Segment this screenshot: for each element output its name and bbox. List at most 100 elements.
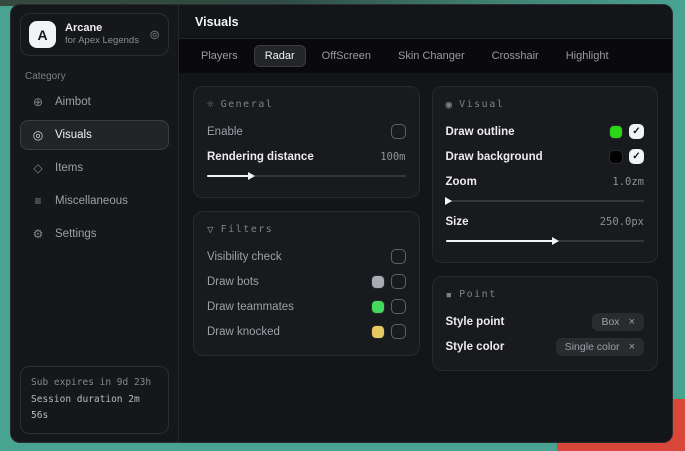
close-icon[interactable]: × xyxy=(629,341,635,353)
row-style-point: Style point Box × xyxy=(446,310,645,333)
size-slider[interactable] xyxy=(446,236,645,245)
orbit-eye-icon: ◎ xyxy=(31,128,45,142)
draw-background-checkbox[interactable]: ✓ xyxy=(629,149,644,164)
row-draw-knocked: Draw knocked xyxy=(207,320,406,343)
draw-knocked-label: Draw knocked xyxy=(207,326,280,338)
sidebar-item-label: Visuals xyxy=(55,129,92,141)
draw-background-label: Draw background xyxy=(446,151,543,163)
main-header: Visuals xyxy=(179,5,672,39)
panel-filters-title: ▽ Filters xyxy=(207,223,406,236)
panel-point-title: ▪ Point xyxy=(446,288,645,301)
panel-visual: ◉ Visual Draw outline ✓ Draw background xyxy=(432,86,659,263)
row-draw-background: Draw background ✓ xyxy=(446,145,645,168)
row-zoom: Zoom 1.0zm xyxy=(446,170,645,193)
panel-general: ☼ General Enable Rendering distance 100m xyxy=(193,86,420,198)
style-color-select[interactable]: Single color × xyxy=(556,338,644,356)
sidebar: A Arcane for Apex Legends ⊚ Category ⊕ A… xyxy=(11,5,179,442)
sidebar-item-settings[interactable]: ⚙ Settings xyxy=(20,219,169,249)
item-box-icon: ◇ xyxy=(31,161,45,175)
content-grid: ☼ General Enable Rendering distance 100m xyxy=(179,73,672,442)
row-draw-bots: Draw bots xyxy=(207,270,406,293)
draw-background-color-swatch[interactable] xyxy=(610,151,622,163)
gear-icon: ⚙ xyxy=(31,227,45,241)
rendering-distance-slider[interactable] xyxy=(207,171,406,180)
draw-teammates-color-swatch[interactable] xyxy=(372,301,384,313)
enable-checkbox[interactable] xyxy=(391,124,406,139)
slider-thumb-icon[interactable] xyxy=(248,172,255,180)
tab-bar: Players Radar OffScreen Skin Changer Cro… xyxy=(179,39,672,73)
zoom-slider[interactable] xyxy=(446,196,645,205)
category-label: Category xyxy=(25,71,164,82)
sidebar-item-items[interactable]: ◇ Items xyxy=(20,153,169,183)
row-draw-outline: Draw outline ✓ xyxy=(446,120,645,143)
row-size: Size 250.0px xyxy=(446,210,645,233)
draw-knocked-color-swatch[interactable] xyxy=(372,326,384,338)
sub-expiry-text: Sub expires in 9d 23h xyxy=(31,375,158,392)
size-value: 250.0px xyxy=(600,216,644,228)
crosshair-icon: ⊕ xyxy=(31,95,45,109)
slider-thumb-icon[interactable] xyxy=(552,237,559,245)
size-label: Size xyxy=(446,216,469,228)
draw-bots-label: Draw bots xyxy=(207,276,259,288)
enable-label: Enable xyxy=(207,126,243,138)
visibility-check-checkbox[interactable] xyxy=(391,249,406,264)
tab-offscreen[interactable]: OffScreen xyxy=(311,45,382,67)
close-icon[interactable]: × xyxy=(629,316,635,328)
rendering-distance-label: Rendering distance xyxy=(207,151,314,163)
panel-point: ▪ Point Style point Box × Style color S xyxy=(432,276,659,371)
session-duration-text: Session duration 2m 56s xyxy=(31,392,158,425)
row-enable: Enable xyxy=(207,120,406,143)
sidebar-item-aimbot[interactable]: ⊕ Aimbot xyxy=(20,87,169,117)
row-style-color: Style color Single color × xyxy=(446,335,645,358)
brand-card: A Arcane for Apex Legends ⊚ xyxy=(20,13,169,56)
right-column: ◉ Visual Draw outline ✓ Draw background xyxy=(432,86,659,371)
tab-crosshair[interactable]: Crosshair xyxy=(481,45,550,67)
slider-thumb-icon[interactable] xyxy=(445,197,452,205)
session-info-card: Sub expires in 9d 23h Session duration 2… xyxy=(20,366,169,434)
draw-teammates-label: Draw teammates xyxy=(207,301,294,313)
draw-teammates-checkbox[interactable] xyxy=(391,299,406,314)
row-visibility-check: Visibility check xyxy=(207,245,406,268)
app-subtitle: for Apex Legends xyxy=(65,35,140,47)
dot-icon: ▪ xyxy=(446,288,453,301)
funnel-icon: ▽ xyxy=(207,223,214,236)
draw-knocked-checkbox[interactable] xyxy=(391,324,406,339)
tab-radar[interactable]: Radar xyxy=(254,45,306,67)
sidebar-item-label: Aimbot xyxy=(55,96,91,108)
sun-gear-icon: ☼ xyxy=(207,98,214,111)
draw-bots-checkbox[interactable] xyxy=(391,274,406,289)
app-logo: A xyxy=(29,21,56,48)
left-column: ☼ General Enable Rendering distance 100m xyxy=(193,86,420,371)
row-rendering-distance: Rendering distance 100m xyxy=(207,145,406,168)
sidebar-item-miscellaneous[interactable]: ≡ Miscellaneous xyxy=(20,186,169,216)
app-name: Arcane xyxy=(65,22,140,36)
list-icon: ≡ xyxy=(31,194,45,208)
tab-skin-changer[interactable]: Skin Changer xyxy=(387,45,476,67)
draw-bots-color-swatch[interactable] xyxy=(372,276,384,288)
panel-filters: ▽ Filters Visibility check Draw bots xyxy=(193,211,420,356)
draw-outline-label: Draw outline xyxy=(446,126,515,138)
style-point-value: Box xyxy=(601,316,619,328)
sidebar-nav: ⊕ Aimbot ◎ Visuals ◇ Items ≡ Miscellaneo… xyxy=(20,87,169,249)
sidebar-item-label: Miscellaneous xyxy=(55,195,128,207)
row-draw-teammates: Draw teammates xyxy=(207,295,406,318)
page-title: Visuals xyxy=(195,15,656,29)
rendering-distance-value: 100m xyxy=(380,151,405,163)
brand-settings-icon[interactable]: ⊚ xyxy=(149,27,160,43)
panel-general-title: ☼ General xyxy=(207,98,406,111)
draw-outline-color-swatch[interactable] xyxy=(610,126,622,138)
style-color-label: Style color xyxy=(446,341,505,353)
brand-text: Arcane for Apex Legends xyxy=(65,22,140,48)
tab-highlight[interactable]: Highlight xyxy=(555,45,620,67)
main-area: Visuals Players Radar OffScreen Skin Cha… xyxy=(179,5,672,442)
style-point-select[interactable]: Box × xyxy=(592,313,644,331)
sidebar-item-visuals[interactable]: ◎ Visuals xyxy=(20,120,169,150)
zoom-label: Zoom xyxy=(446,176,477,188)
app-window: A Arcane for Apex Legends ⊚ Category ⊕ A… xyxy=(10,4,673,443)
draw-outline-checkbox[interactable]: ✓ xyxy=(629,124,644,139)
panel-visual-title: ◉ Visual xyxy=(446,98,645,111)
sidebar-item-label: Settings xyxy=(55,228,97,240)
style-point-label: Style point xyxy=(446,316,505,328)
visibility-check-label: Visibility check xyxy=(207,251,282,263)
tab-players[interactable]: Players xyxy=(190,45,249,67)
